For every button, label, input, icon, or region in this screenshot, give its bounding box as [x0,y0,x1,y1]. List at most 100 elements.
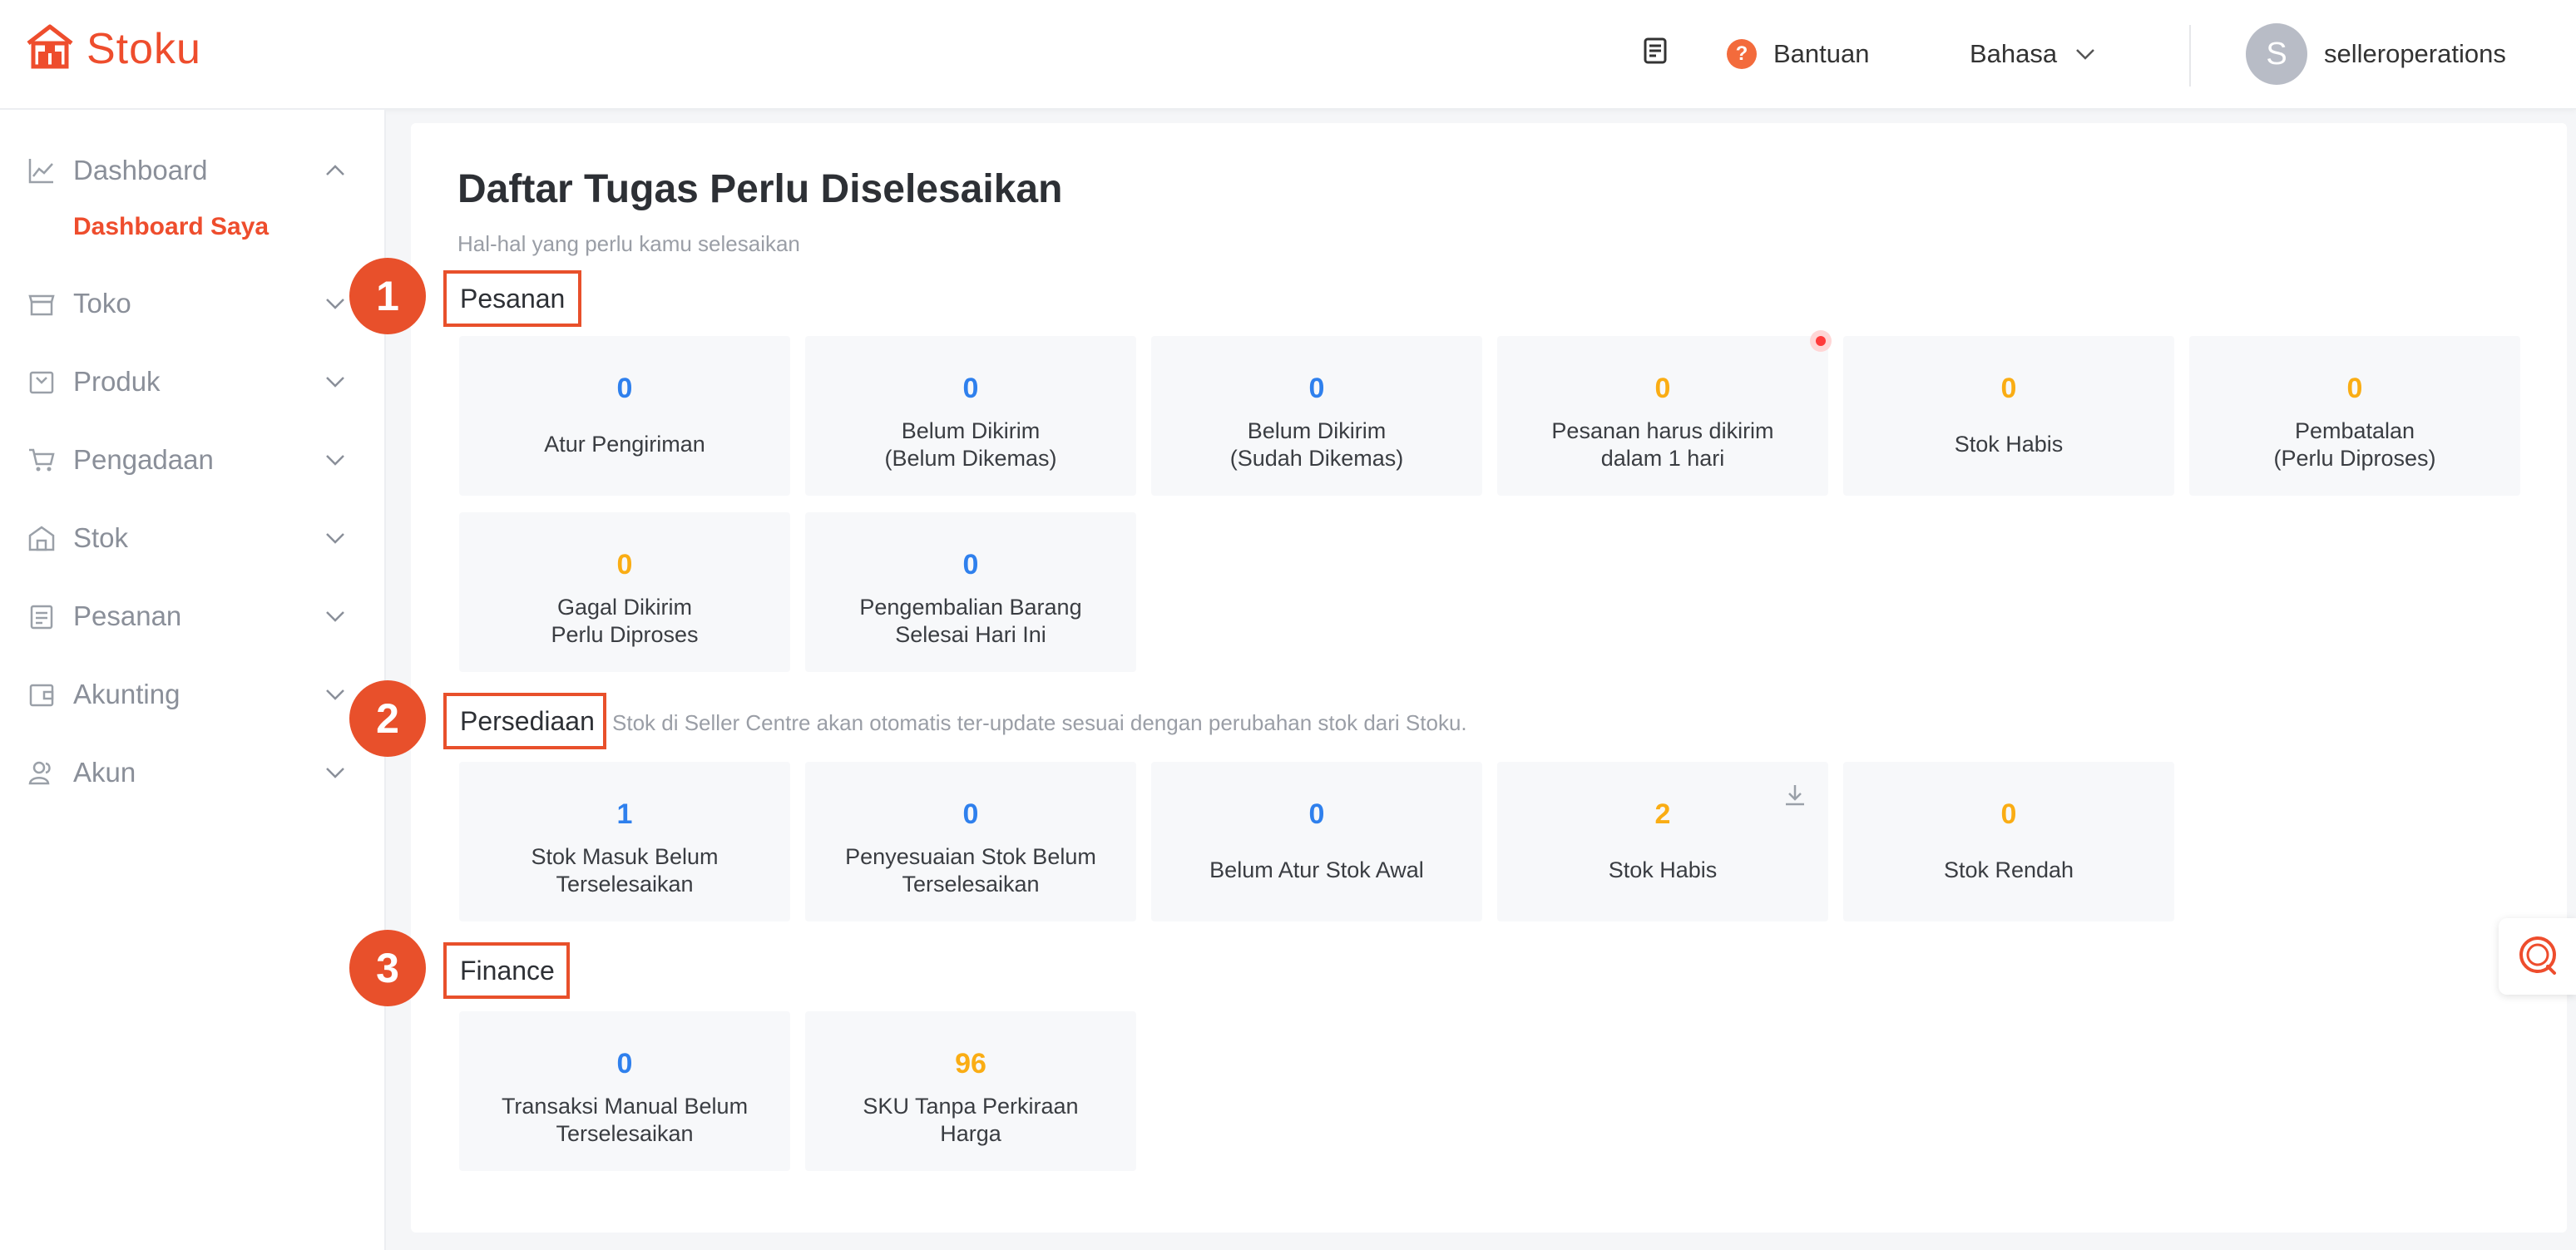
sidebar-item-label: Dashboard [73,155,208,185]
sidebar-item-label: Produk [73,366,161,397]
task-label: Stok Habis [1608,857,1718,882]
task-tile[interactable]: 96 SKU Tanpa Perkiraan Harga [805,1011,1136,1171]
task-tile[interactable]: 0 Pembatalan (Perlu Diproses) [2189,336,2520,496]
notification-dot [1810,330,1832,352]
task-label: Gagal Dikirim Perlu Diproses [551,595,699,647]
headset-icon [2514,931,2561,982]
warehouse-icon [27,523,57,553]
annotation-badge-2: 2 [349,680,426,757]
task-tile[interactable]: 0 Pesanan harus dikirim dalam 1 hari [1497,336,1828,496]
task-label: Pesanan harus dikirim dalam 1 hari [1551,418,1774,471]
task-label: Atur Pengiriman [544,432,705,457]
task-label: Stok Habis [1954,432,2064,457]
sidebar-item-dashboard[interactable]: Dashboard [0,141,384,200]
sidebar-item-stok[interactable]: Stok [0,509,384,567]
task-label: Belum Dikirim (Sudah Dikemas) [1229,418,1404,471]
task-label: Transaksi Manual Belum Terselesaikan [501,1094,749,1146]
task-tile[interactable]: 1 Stok Masuk Belum Terselesaikan [459,762,790,921]
sidebar-item-label: Toko [73,288,131,319]
task-count: 0 [962,798,979,830]
chevron-down-icon [323,604,348,629]
wallet-icon [27,679,57,709]
task-count: 0 [962,373,979,404]
header-divider [2189,25,2191,86]
note-icon [1640,36,1670,72]
section-title-persediaan: Persediaan [443,693,606,749]
sidebar-item-produk[interactable]: Produk [0,353,384,411]
task-count: 0 [616,549,633,581]
section-note: Stok di Seller Centre akan otomatis ter-… [612,710,1467,735]
chevron-down-icon [2074,42,2097,66]
sidebar-subitem-dashboard-saya[interactable]: Dashboard Saya [73,213,269,241]
task-count: 0 [1308,373,1325,404]
task-count: 0 [616,373,633,404]
task-label: Stok Masuk Belum Terselesaikan [531,844,719,897]
task-count: 0 [1308,798,1325,830]
user-menu[interactable]: S selleroperations [2246,0,2506,108]
chevron-down-icon [323,760,348,785]
task-count: 96 [955,1048,986,1080]
task-tile[interactable]: 0 Belum Atur Stok Awal [1151,762,1482,921]
task-tile[interactable]: 0 Pengembalian Barang Selesai Hari Ini [805,512,1136,672]
help-button[interactable]: ? Bantuan [1727,0,1870,108]
task-tile[interactable]: 0 Belum Dikirim (Belum Dikemas) [805,336,1136,496]
task-tile[interactable]: 0 Gagal Dikirim Perlu Diproses [459,512,790,672]
page-title: Daftar Tugas Perlu Diselesaikan [457,167,1063,211]
brand-logo[interactable]: Stoku [25,22,201,76]
task-count: 0 [1654,373,1671,404]
annotation-badge-3: 3 [349,930,426,1006]
clipboard-icon [27,601,57,631]
task-tile[interactable]: 0 Penyesuaian Stok Belum Terselesaikan [805,762,1136,921]
task-label: Belum Dikirim (Belum Dikemas) [884,418,1057,471]
help-label: Bantuan [1773,39,1870,68]
sidebar-item-label: Stok [73,522,129,553]
support-chat-button[interactable] [2499,918,2576,995]
task-label: Stok Rendah [1943,857,2074,882]
task-label: Penyesuaian Stok Belum Terselesaikan [845,844,1096,897]
page-subtitle: Hal-hal yang perlu kamu selesaikan [457,231,800,256]
task-tile[interactable]: 0 Atur Pengiriman [459,336,790,496]
sidebar-item-label: Pesanan [73,600,182,631]
task-count: 1 [616,798,633,830]
chevron-up-icon [323,158,348,183]
language-dropdown[interactable]: Bahasa [1970,0,2097,108]
task-count: 0 [616,1048,633,1080]
task-tile[interactable]: 0 Belum Dikirim (Sudah Dikemas) [1151,336,1482,496]
section-title-pesanan: Pesanan [443,270,581,327]
task-tile[interactable]: 2 Stok Habis [1497,762,1828,921]
task-tile[interactable]: 0 Stok Habis [1843,336,2174,496]
cart-icon [27,445,57,475]
users-icon [27,758,57,788]
sidebar-item-label: Akunting [73,679,180,709]
chevron-down-icon [323,682,348,707]
sidebar-item-pengadaan[interactable]: Pengadaan [0,431,384,489]
task-count: 0 [2000,798,2017,830]
task-label: Pembatalan (Perlu Diproses) [2273,418,2436,471]
chevron-down-icon [323,526,348,551]
notes-button[interactable] [1640,0,1670,108]
task-label: Pengembalian Barang Selesai Hari Ini [859,595,1082,647]
language-label: Bahasa [1970,39,2058,68]
product-icon [27,367,57,397]
annotation-badge-1: 1 [349,258,426,334]
brand-name: Stoku [87,24,201,73]
sidebar-item-label: Pengadaan [73,444,214,475]
chart-line-icon [27,156,57,185]
sidebar-item-label: Akun [73,757,136,788]
task-label: SKU Tanpa Perkiraan Harga [863,1094,1079,1146]
task-tile[interactable]: 0 Stok Rendah [1843,762,2174,921]
sidebar-item-toko[interactable]: Toko [0,274,384,333]
chevron-down-icon [323,447,348,472]
section-title-finance: Finance [443,942,570,999]
top-header: Stoku ? Bantuan Bahasa S selleroperation… [0,0,2576,110]
task-label: Belum Atur Stok Awal [1209,857,1424,882]
task-count: 0 [2346,373,2363,404]
chevron-down-icon [323,369,348,394]
chevron-down-icon [323,291,348,316]
help-icon: ? [1727,39,1757,69]
task-tile[interactable]: 0 Transaksi Manual Belum Terselesaikan [459,1011,790,1171]
sidebar-item-akunting[interactable]: Akunting [0,665,384,724]
sidebar-item-pesanan[interactable]: Pesanan [0,587,384,645]
download-icon[interactable] [1782,782,1808,813]
sidebar-item-akun[interactable]: Akun [0,744,384,802]
